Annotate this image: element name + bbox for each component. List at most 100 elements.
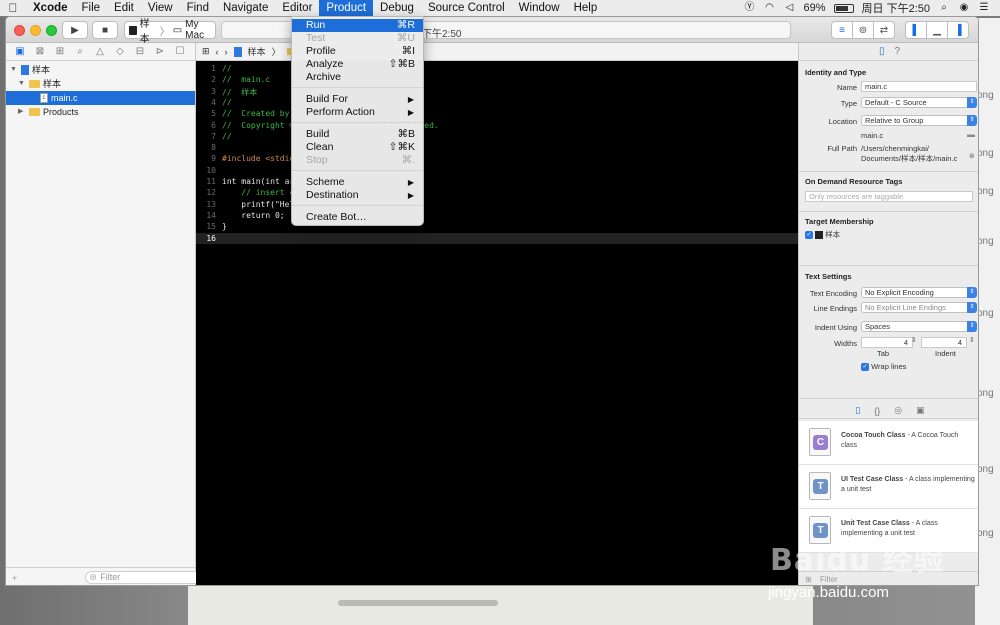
navigator-toggle-icon[interactable]: ▌ <box>905 21 927 39</box>
menu-item-profile[interactable]: Profile ⌘I <box>292 45 423 58</box>
menu-clock[interactable]: 周日 下午2:50 <box>862 0 930 16</box>
stepper-icon[interactable]: ⇕ <box>969 336 975 344</box>
menu-file[interactable]: File <box>75 0 108 16</box>
window-toolbar: ▶ ■ 样本 〉 ▭ My Mac 下午2:50 ≡ ⊚ ⇄ ▌ ▁ ▐ <box>6 17 978 45</box>
object-library-icon[interactable]: ◎ <box>894 405 902 416</box>
quick-help-icon[interactable]: ? <box>894 46 900 57</box>
find-icon[interactable]: ⌕ <box>70 46 90 57</box>
minimize-window-button[interactable] <box>30 25 41 36</box>
media-library-icon[interactable]: ▣ <box>916 405 925 416</box>
menu-source-control[interactable]: Source Control <box>421 0 512 16</box>
menu-item-analyze[interactable]: Analyze ⇧⌘B <box>292 58 423 71</box>
debug-area-toggle-icon[interactable]: ▁ <box>926 21 948 39</box>
test-icon[interactable]: ◇ <box>110 46 130 57</box>
utilities-toggle-icon[interactable]: ▐ <box>947 21 969 39</box>
code-line: // 样本 <box>222 87 258 97</box>
menu-find[interactable]: Find <box>180 0 216 16</box>
tree-item-project[interactable]: ▼ 样本 <box>6 63 195 77</box>
source-editor[interactable]: 1 // 2 // main.c 3 // 样本 4 // 5 // Created by 6 // … <box>196 61 798 585</box>
tree-item-group[interactable]: ▼ 样本 <box>6 77 195 91</box>
debug-icon[interactable]: ⊟ <box>130 46 150 57</box>
menu-edit[interactable]: Edit <box>107 0 141 16</box>
target-membership-row[interactable]: ✓ 样本 <box>805 229 840 240</box>
indent-using-select[interactable]: Spaces ⇕ <box>861 321 977 332</box>
issue-icon[interactable]: △ <box>90 46 110 57</box>
submenu-arrow-icon: ▶ <box>407 191 414 200</box>
line-number: 4 <box>211 97 216 107</box>
search-icon[interactable]: ⌕ <box>938 2 950 14</box>
menu-item-build[interactable]: Build ⌘B <box>292 128 423 141</box>
user-icon[interactable]: ◉ <box>958 2 970 14</box>
menu-shortcut: ⌘R <box>396 19 415 31</box>
apple-icon[interactable]:  <box>0 1 26 15</box>
folder-icon[interactable]: ▣ <box>10 46 30 57</box>
name-field[interactable]: main.c <box>861 81 977 92</box>
related-items-icon[interactable]: ⊞ <box>202 46 210 57</box>
file-template-icon[interactable]: ▯ <box>855 405 860 416</box>
location-select[interactable]: Relative to Group ⇕ <box>861 115 977 126</box>
wifi-icon[interactable]: ◠ <box>764 2 776 14</box>
menu-item-clean[interactable]: Clean ⇧⌘K <box>292 141 423 154</box>
scheme-selector[interactable]: 样本 〉 ▭ My Mac <box>124 19 216 45</box>
forward-icon[interactable]: › <box>225 47 228 57</box>
menu-editor[interactable]: Editor <box>275 0 319 16</box>
type-select[interactable]: Default - C Source ⇕ <box>861 97 977 108</box>
indent-width-field[interactable]: 4 <box>921 337 967 348</box>
desktop-side-text: ong <box>977 388 994 399</box>
menu-item-label: Destination <box>306 189 359 201</box>
menu-navigate[interactable]: Navigate <box>216 0 275 16</box>
target-checkbox[interactable]: ✓ <box>805 231 813 240</box>
menu-help[interactable]: Help <box>567 0 605 16</box>
source-control-icon[interactable]: ⊠ <box>30 46 50 57</box>
vpn-icon[interactable]: Ⓨ <box>744 2 756 14</box>
disclosure-closed-icon[interactable]: ▶ <box>18 105 26 119</box>
tree-item-main-c[interactable]: c main.c <box>6 91 195 105</box>
symbol-icon[interactable]: ⊞ <box>50 46 70 57</box>
add-icon[interactable]: + <box>12 573 17 583</box>
report-icon[interactable]: ☐ <box>170 46 190 57</box>
status-timestamp: 下午2:50 <box>422 29 462 40</box>
menu-app-xcode[interactable]: Xcode <box>26 0 75 16</box>
back-icon[interactable]: ‹ <box>216 47 219 57</box>
menu-item-perform-action[interactable]: Perform Action ▶ <box>292 106 423 119</box>
folder-icon[interactable]: ▬ <box>967 130 975 139</box>
disclosure-open-icon[interactable]: ▼ <box>10 63 18 77</box>
battery-icon[interactable] <box>833 3 854 13</box>
menu-view[interactable]: View <box>141 0 180 16</box>
wrap-lines-row[interactable]: ✓ Wrap lines <box>861 362 906 372</box>
code-snippet-icon[interactable]: {} <box>874 406 880 416</box>
tree-item-products[interactable]: ▶ Products <box>6 105 195 119</box>
zoom-window-button[interactable] <box>46 25 57 36</box>
menu-debug[interactable]: Debug <box>373 0 421 16</box>
line-endings-select[interactable]: No Explicit Line Endings ⇕ <box>861 302 977 313</box>
menu-product[interactable]: Product <box>319 0 374 16</box>
breakpoint-icon[interactable]: ⊳ <box>150 46 170 57</box>
stop-button[interactable]: ■ <box>92 21 118 39</box>
file-inspector-icon[interactable]: ▯ <box>879 46 885 57</box>
menu-item-archive[interactable]: Archive <box>292 71 423 84</box>
tab-width-field[interactable]: 4 <box>861 337 913 348</box>
reveal-arrow-icon[interactable]: ⊛ <box>969 152 975 160</box>
disclosure-open-icon[interactable]: ▼ <box>18 77 26 91</box>
menu-item-build-for[interactable]: Build For ▶ <box>292 93 423 106</box>
assistant-editor-icon[interactable]: ⊚ <box>852 21 874 39</box>
wrap-lines-checkbox[interactable]: ✓ <box>861 363 869 372</box>
menu-item-destination[interactable]: Destination ▶ <box>292 189 423 202</box>
library-item-text: UI Test Case Class - A class implementin… <box>841 475 976 495</box>
encoding-select[interactable]: No Explicit Encoding ⇕ <box>861 287 977 298</box>
menu-item-run[interactable]: Run ⌘R <box>292 19 423 32</box>
menu-item-scheme[interactable]: Scheme ▶ <box>292 176 423 189</box>
menu-item-create-bot[interactable]: Create Bot… <box>292 211 423 224</box>
standard-editor-icon[interactable]: ≡ <box>831 21 853 39</box>
version-editor-icon[interactable]: ⇄ <box>873 21 895 39</box>
target-app-icon <box>815 231 824 240</box>
notification-list-icon[interactable]: ☰ <box>978 2 990 14</box>
run-button[interactable]: ▶ <box>62 21 88 39</box>
library-template-item[interactable]: C Cocoa Touch Class - A Cocoa Touch class <box>799 421 978 465</box>
jump-bar-crumb[interactable]: 样本 <box>248 45 266 58</box>
stepper-icon[interactable]: ⇕ <box>911 336 917 344</box>
close-window-button[interactable] <box>14 25 25 36</box>
menu-window[interactable]: Window <box>512 0 567 16</box>
volume-icon[interactable]: ◁ <box>784 2 796 14</box>
library-template-item[interactable]: T UI Test Case Class - A class implementi… <box>799 465 978 509</box>
